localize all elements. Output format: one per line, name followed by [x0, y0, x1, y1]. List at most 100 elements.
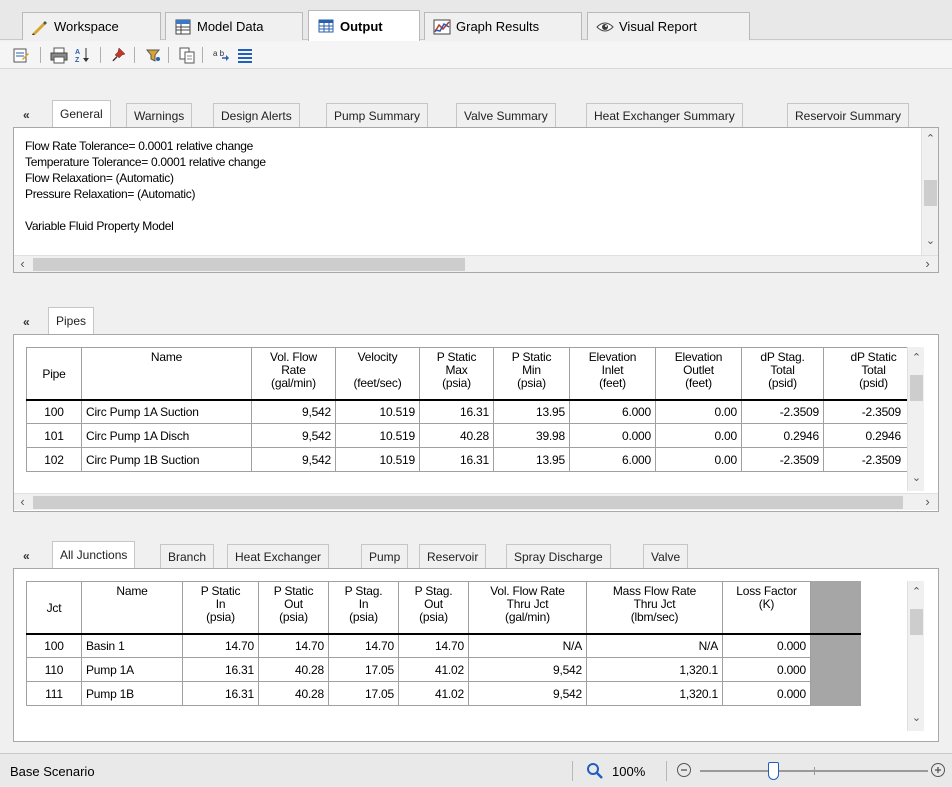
table-row[interactable]: 100 Basin 1 14.70 14.70 14.70 14.70 N/A …: [26, 633, 861, 658]
table-cell[interactable]: 0.00: [655, 447, 742, 472]
table-cell[interactable]: N/A: [586, 633, 723, 658]
pipes-collapse-button[interactable]: «: [23, 315, 30, 329]
pipe-id-cell[interactable]: 100: [26, 399, 82, 424]
table-cell[interactable]: 9,542: [251, 447, 336, 472]
scroll-up-icon[interactable]: ⌃: [908, 585, 925, 598]
tab-general[interactable]: General: [52, 100, 111, 127]
column-header[interactable]: P Static Min (psia): [493, 347, 570, 400]
tab-design-alerts[interactable]: Design Alerts: [213, 103, 300, 127]
junction-name-cell[interactable]: Basin 1: [81, 633, 183, 658]
junction-id-cell[interactable]: 100: [26, 633, 82, 658]
modify-output-icon[interactable]: [10, 44, 32, 66]
table-row[interactable]: 110 Pump 1A 16.31 40.28 17.05 41.02 9,54…: [26, 657, 861, 682]
tab-pump[interactable]: Pump: [361, 544, 409, 568]
junction-name-cell[interactable]: Pump 1B: [81, 681, 183, 706]
tab-warnings[interactable]: Warnings: [126, 103, 193, 127]
table-cell[interactable]: 0.00: [655, 423, 742, 448]
tab-valve[interactable]: Valve: [643, 544, 689, 568]
zoom-slider-thumb[interactable]: [768, 762, 779, 780]
tab-heat-exchanger[interactable]: Heat Exchanger: [227, 544, 330, 568]
table-cell[interactable]: 16.31: [419, 447, 494, 472]
column-header[interactable]: Jct: [26, 581, 82, 634]
column-header[interactable]: Elevation Outlet (feet): [655, 347, 742, 400]
general-vertical-scrollbar[interactable]: ⌃ ⌄: [921, 128, 938, 255]
tab-graph-results[interactable]: Graph Results: [424, 12, 582, 40]
column-header[interactable]: Name: [81, 347, 252, 400]
table-cell[interactable]: 41.02: [398, 657, 469, 682]
table-cell[interactable]: 9,542: [468, 657, 587, 682]
tab-output[interactable]: Output: [308, 10, 420, 41]
table-cell[interactable]: 16.31: [182, 657, 259, 682]
scroll-right-icon[interactable]: ›: [919, 256, 936, 273]
junctions-collapse-button[interactable]: «: [23, 549, 30, 563]
table-cell[interactable]: 10.519: [335, 423, 420, 448]
pipe-id-cell[interactable]: 102: [26, 447, 82, 472]
sort-az-icon[interactable]: AZ: [72, 44, 94, 66]
scroll-up-icon[interactable]: ⌃: [908, 351, 925, 364]
column-header[interactable]: Mass Flow Rate Thru Jct (lbm/sec): [586, 581, 723, 634]
scroll-left-icon[interactable]: ‹: [14, 256, 31, 273]
tab-pump-summary[interactable]: Pump Summary: [326, 103, 429, 127]
column-header[interactable]: Velocity (feet/sec): [335, 347, 420, 400]
tab-all-junctions[interactable]: All Junctions: [52, 541, 136, 568]
column-width-icon[interactable]: a b: [210, 44, 232, 66]
table-cell[interactable]: -2.3509: [741, 447, 824, 472]
table-cell[interactable]: 10.519: [335, 447, 420, 472]
general-horizontal-scrollbar[interactable]: ‹ ›: [14, 255, 938, 272]
scroll-thumb[interactable]: [33, 496, 903, 509]
table-cell[interactable]: 10.519: [335, 399, 420, 424]
list-lines-icon[interactable]: [234, 44, 256, 66]
column-header[interactable]: P Static Max (psia): [419, 347, 494, 400]
column-header[interactable]: Elevation Inlet (feet): [569, 347, 656, 400]
table-row[interactable]: 102 Circ Pump 1B Suction 9,542 10.519 16…: [26, 447, 924, 472]
tab-reservoir-summary[interactable]: Reservoir Summary: [787, 103, 910, 127]
table-cell[interactable]: 0.2946: [741, 423, 824, 448]
tab-pipes[interactable]: Pipes: [48, 307, 95, 334]
tab-reservoir[interactable]: Reservoir: [419, 544, 487, 568]
table-row[interactable]: 101 Circ Pump 1A Disch 9,542 10.519 40.2…: [26, 423, 924, 448]
scroll-down-icon[interactable]: ⌄: [908, 711, 925, 724]
filter-wand-icon[interactable]: [142, 44, 164, 66]
table-cell[interactable]: 6.000: [569, 447, 656, 472]
scroll-left-icon[interactable]: ‹: [14, 494, 31, 511]
scroll-thumb[interactable]: [910, 609, 923, 635]
pipe-id-cell[interactable]: 101: [26, 423, 82, 448]
zoom-in-icon[interactable]: [930, 762, 946, 781]
pipes-horizontal-scrollbar[interactable]: ‹ ›: [14, 493, 938, 510]
table-cell[interactable]: 9,542: [468, 681, 587, 706]
tab-visual-report[interactable]: Visual Report: [587, 12, 750, 40]
table-cell[interactable]: 39.98: [493, 423, 570, 448]
column-header[interactable]: P Static In (psia): [182, 581, 259, 634]
pipe-name-cell[interactable]: Circ Pump 1B Suction: [81, 447, 252, 472]
pipe-name-cell[interactable]: Circ Pump 1A Disch: [81, 423, 252, 448]
pipes-vertical-scrollbar[interactable]: ⌃ ⌄: [907, 347, 924, 491]
table-cell[interactable]: 0.000: [722, 657, 811, 682]
column-header[interactable]: Vol. Flow Rate Thru Jct (gal/min): [468, 581, 587, 634]
table-cell[interactable]: 16.31: [419, 399, 494, 424]
table-cell[interactable]: 40.28: [419, 423, 494, 448]
junctions-vertical-scrollbar[interactable]: ⌃ ⌄: [907, 581, 924, 731]
table-cell[interactable]: 0.000: [722, 633, 811, 658]
table-cell[interactable]: 1,320.1: [586, 681, 723, 706]
junction-id-cell[interactable]: 111: [26, 681, 82, 706]
table-cell[interactable]: 6.000: [569, 399, 656, 424]
table-cell[interactable]: 9,542: [251, 423, 336, 448]
tab-model-data[interactable]: Model Data: [165, 12, 303, 40]
table-cell[interactable]: 40.28: [258, 657, 329, 682]
table-cell[interactable]: 0.000: [569, 423, 656, 448]
column-header[interactable]: P Stag. In (psia): [328, 581, 399, 634]
general-collapse-button[interactable]: «: [23, 108, 30, 122]
table-cell[interactable]: 41.02: [398, 681, 469, 706]
table-cell[interactable]: 0.000: [722, 681, 811, 706]
scroll-right-icon[interactable]: ›: [919, 494, 936, 511]
column-header[interactable]: Loss Factor (K): [722, 581, 811, 634]
table-row[interactable]: 111 Pump 1B 16.31 40.28 17.05 41.02 9,54…: [26, 681, 861, 706]
table-cell[interactable]: 17.05: [328, 681, 399, 706]
table-cell[interactable]: 17.05: [328, 657, 399, 682]
copy-icon[interactable]: [176, 44, 198, 66]
zoom-out-icon[interactable]: [676, 762, 692, 781]
junction-name-cell[interactable]: Pump 1A: [81, 657, 183, 682]
scroll-down-icon[interactable]: ⌄: [922, 234, 939, 247]
table-cell[interactable]: 14.70: [182, 633, 259, 658]
tab-workspace[interactable]: Workspace: [22, 12, 161, 40]
